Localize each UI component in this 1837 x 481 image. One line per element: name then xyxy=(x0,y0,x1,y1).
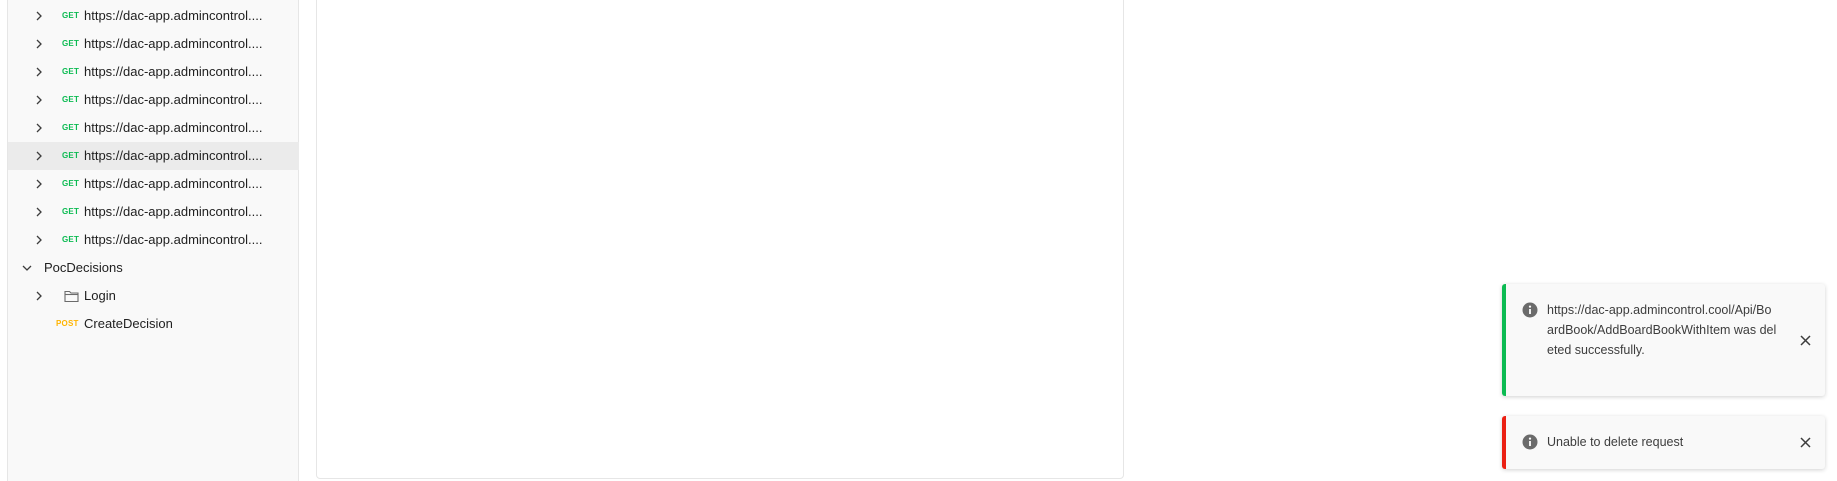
chevron-right-icon[interactable] xyxy=(33,234,45,246)
close-icon[interactable] xyxy=(1797,332,1813,348)
sidebar-request-item[interactable]: GET https://dac-app.admincontrol.... xyxy=(8,114,299,142)
sidebar-request-item[interactable]: GET https://dac-app.admincontrol.... xyxy=(8,30,299,58)
request-name: https://dac-app.admincontrol.... xyxy=(84,148,263,163)
chevron-right-icon[interactable] xyxy=(33,10,45,22)
request-method-badge: GET xyxy=(62,123,80,132)
sidebar-request-item[interactable]: GET https://dac-app.admincontrol.... xyxy=(8,86,299,114)
info-icon xyxy=(1522,434,1538,450)
request-name: https://dac-app.admincontrol.... xyxy=(84,120,263,135)
request-name: https://dac-app.admincontrol.... xyxy=(84,36,263,51)
folder-name: Login xyxy=(84,288,116,303)
request-method-badge: GET xyxy=(62,39,80,48)
toast-accent-bar xyxy=(1502,284,1506,396)
sidebar-request-item[interactable]: GET https://dac-app.admincontrol.... xyxy=(8,226,299,254)
sidebar-collection-pocdecisions[interactable]: PocDecisions xyxy=(8,254,299,282)
chevron-right-icon[interactable] xyxy=(33,178,45,190)
folder-icon xyxy=(64,289,79,303)
info-icon xyxy=(1522,302,1538,318)
sidebar-request-item[interactable]: GET https://dac-app.admincontrol.... xyxy=(8,2,299,30)
chevron-right-icon[interactable] xyxy=(33,206,45,218)
collection-name: PocDecisions xyxy=(44,260,123,275)
toast-message: https://dac-app.admincontrol.cool/Api/Bo… xyxy=(1547,303,1777,357)
sidebar-request-createdecision[interactable]: POST CreateDecision xyxy=(8,310,299,338)
chevron-right-icon[interactable] xyxy=(33,122,45,134)
request-method-badge: GET xyxy=(62,95,80,104)
chevron-right-icon[interactable] xyxy=(33,150,45,162)
request-method-badge: GET xyxy=(62,67,80,76)
app-window: GET https://dac-app.admincontrol.... GET… xyxy=(0,0,1837,481)
request-method-badge: GET xyxy=(62,235,80,244)
chevron-right-icon[interactable] xyxy=(33,94,45,106)
sidebar-request-item[interactable]: GET https://dac-app.admincontrol.... xyxy=(8,170,299,198)
sidebar-request-item-selected[interactable]: GET https://dac-app.admincontrol.... xyxy=(8,142,299,170)
sidebar-folder-login[interactable]: Login xyxy=(8,282,299,310)
sidebar-request-item[interactable]: GET https://dac-app.admincontrol.... xyxy=(8,58,299,86)
toast-success: https://dac-app.admincontrol.cool/Api/Bo… xyxy=(1502,284,1825,396)
toast-message: Unable to delete request xyxy=(1547,435,1684,449)
chevron-right-icon[interactable] xyxy=(33,38,45,50)
request-method-badge: GET xyxy=(62,151,80,160)
collections-sidebar: GET https://dac-app.admincontrol.... GET… xyxy=(8,0,299,481)
left-gutter xyxy=(0,0,8,481)
request-method-badge: POST xyxy=(56,319,79,328)
request-method-badge: GET xyxy=(62,207,80,216)
chevron-down-icon[interactable] xyxy=(21,262,33,274)
request-name: https://dac-app.admincontrol.... xyxy=(84,92,263,107)
sidebar-request-item[interactable]: GET https://dac-app.admincontrol.... xyxy=(8,198,299,226)
request-method-badge: GET xyxy=(62,179,80,188)
request-name: https://dac-app.admincontrol.... xyxy=(84,64,263,79)
toast-error: Unable to delete request xyxy=(1502,416,1825,469)
request-name: CreateDecision xyxy=(84,316,173,331)
toast-accent-bar xyxy=(1502,416,1506,469)
chevron-right-icon[interactable] xyxy=(33,66,45,78)
chevron-right-icon[interactable] xyxy=(33,290,45,302)
close-icon[interactable] xyxy=(1797,434,1813,450)
main-content-panel xyxy=(316,0,1124,479)
request-name: https://dac-app.admincontrol.... xyxy=(84,176,263,191)
request-name: https://dac-app.admincontrol.... xyxy=(84,232,263,247)
request-method-badge: GET xyxy=(62,11,80,20)
request-name: https://dac-app.admincontrol.... xyxy=(84,8,263,23)
request-name: https://dac-app.admincontrol.... xyxy=(84,204,263,219)
